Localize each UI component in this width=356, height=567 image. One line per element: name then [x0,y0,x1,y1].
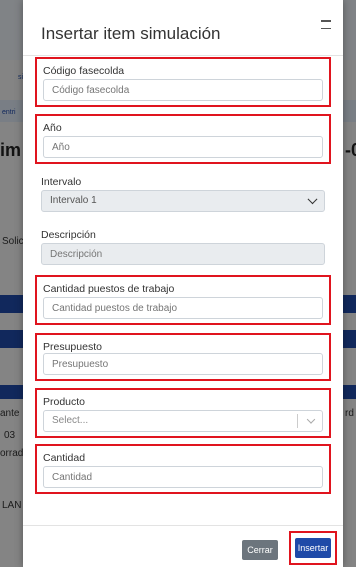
anio-group: Año [35,114,331,164]
insert-item-modal: Insertar item simulación Código fasecold… [23,0,343,567]
chevron-down-icon [307,194,318,205]
select-separator [297,414,298,428]
intervalo-value: Intervalo 1 [50,195,97,206]
cantidad-input[interactable] [43,466,323,488]
codigo-fasecolda-label: Código fasecolda [43,65,125,77]
cantidad-label: Cantidad [43,452,86,464]
producto-label: Producto [43,396,86,408]
insertar-button-highlight: Insertar [289,531,337,565]
chevron-down-icon [306,415,316,424]
descripcion-input [41,243,325,265]
modal-title: Insertar item simulación [41,24,221,43]
close-icon[interactable] [321,20,331,29]
producto-group: Producto Select... [35,388,331,438]
codigo-fasecolda-input[interactable] [43,79,323,101]
presupuesto-input[interactable] [43,353,323,375]
footer-divider [23,525,343,526]
cerrar-button[interactable]: Cerrar [242,540,278,560]
presupuesto-group: Presupuesto [35,333,331,381]
descripcion-group: Descripción [35,223,331,269]
cantidad-puestos-input[interactable] [43,297,323,319]
cantidad-puestos-label: Cantidad puestos de trabajo [43,283,175,295]
cantidad-group: Cantidad [35,444,331,494]
anio-input[interactable] [43,136,323,158]
intervalo-label: Intervalo [41,176,82,188]
descripcion-label: Descripción [41,229,96,241]
codigo-fasecolda-group: Código fasecolda [35,57,331,107]
presupuesto-label: Presupuesto [43,341,102,353]
intervalo-group: Intervalo Intervalo 1 [35,170,331,216]
intervalo-select[interactable]: Intervalo 1 [41,190,325,212]
header-divider [23,55,343,56]
producto-select[interactable]: Select... [43,410,323,432]
anio-label: Año [43,122,62,134]
insertar-button[interactable]: Insertar [295,538,331,558]
producto-value: Select... [52,415,89,426]
cantidad-puestos-group: Cantidad puestos de trabajo [35,275,331,325]
